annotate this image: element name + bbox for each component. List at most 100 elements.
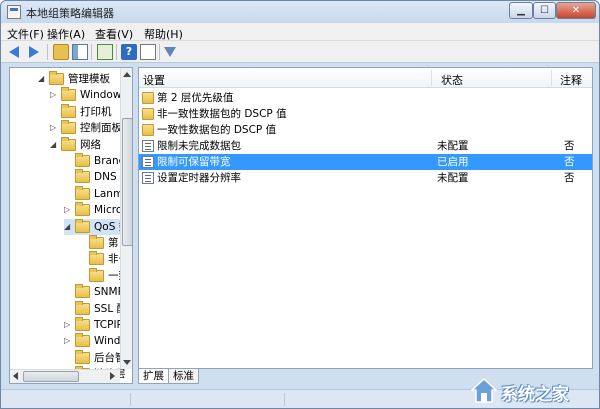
title-bar[interactable]: 本地组策略编辑器 ▁ ☐ ✕ xyxy=(1,1,599,23)
properties-icon[interactable] xyxy=(140,44,156,60)
window-title: 本地组策略编辑器 xyxy=(26,7,114,20)
tree-node[interactable]: 打印机 xyxy=(50,103,120,120)
maximize-button[interactable]: ☐ xyxy=(533,2,556,19)
tree-node[interactable]: ◢ QoS 数 xyxy=(64,218,129,235)
tree-expander-icon[interactable]: ◢ xyxy=(50,140,58,149)
tree-expander-icon[interactable]: ▷ xyxy=(64,337,72,345)
menu-view[interactable]: 查看(V) xyxy=(95,26,133,42)
tree-expander-icon[interactable] xyxy=(78,255,86,263)
scroll-thumb[interactable] xyxy=(122,118,132,246)
show-hide-tree-icon[interactable] xyxy=(72,44,88,60)
setting-name: 限制可保留带宽 xyxy=(157,156,231,168)
setting-name: 限制未完成数据包 xyxy=(157,140,241,152)
column-divider[interactable] xyxy=(551,70,552,86)
tree-expander-icon[interactable]: ◢ xyxy=(38,75,46,83)
close-button[interactable]: ✕ xyxy=(556,2,596,19)
tree-expander-icon[interactable]: ▷ xyxy=(50,124,58,132)
up-folder-icon[interactable] xyxy=(53,44,69,60)
help-icon[interactable]: ? xyxy=(121,44,137,60)
forward-arrow-icon[interactable] xyxy=(29,46,39,58)
tree-node[interactable]: Lanma xyxy=(64,185,130,202)
tree-node[interactable]: ▷ Windows xyxy=(50,87,127,103)
column-setting[interactable]: 设置 xyxy=(143,72,165,88)
scroll-thumb[interactable] xyxy=(23,371,79,382)
policy-setting-icon xyxy=(142,172,154,184)
tree-node[interactable]: ◢ 管理模板 xyxy=(38,71,120,87)
folder-icon xyxy=(75,153,90,167)
toolbar: ? xyxy=(1,41,599,63)
scroll-up-icon[interactable] xyxy=(123,72,131,77)
tree-node[interactable]: 一致 xyxy=(78,267,129,284)
back-arrow-icon[interactable] xyxy=(9,46,19,58)
toolbar-separator xyxy=(159,44,160,60)
tree-node[interactable]: ▷ Windo xyxy=(64,333,127,349)
folder-icon xyxy=(142,92,154,104)
list-item[interactable]: 限制未完成数据包 未配置 否 xyxy=(139,138,592,154)
folder-icon xyxy=(61,103,76,118)
tree-node-label: 打印机 xyxy=(80,105,112,118)
tree-expander-icon[interactable] xyxy=(50,108,58,116)
list-item[interactable]: 第 2 层优先级值 xyxy=(139,90,592,106)
tree-node[interactable]: DNS 客 xyxy=(64,169,130,185)
export-list-icon[interactable] xyxy=(97,44,113,60)
settings-list[interactable]: 设置 状态 注释 第 2 层优先级值非一致性数据包的 DSCP 值一致性数据包的… xyxy=(138,67,593,369)
tree-node[interactable]: ▷ Micros xyxy=(64,202,128,218)
tree-expander-icon[interactable]: ◢ xyxy=(64,222,72,231)
tree-expander-icon[interactable] xyxy=(64,190,72,198)
setting-note: 否 xyxy=(564,140,575,152)
menu-action[interactable]: 操作(A) xyxy=(47,26,85,42)
tree-expander-icon[interactable] xyxy=(64,173,72,181)
tree-node[interactable]: ◢ 网络 xyxy=(50,136,120,153)
setting-state: 未配置 xyxy=(437,172,469,184)
tree-node[interactable]: Branch xyxy=(64,153,131,169)
filter-icon[interactable] xyxy=(164,47,176,57)
toolbar-separator xyxy=(47,44,48,60)
tree-expander-icon[interactable] xyxy=(64,354,72,362)
folder-icon xyxy=(61,120,76,135)
toolbar-separator xyxy=(91,44,92,60)
folder-icon xyxy=(142,124,154,136)
folder-icon xyxy=(89,251,104,266)
tree-node[interactable]: SNMP xyxy=(64,284,124,300)
tab-standard[interactable]: 标准 xyxy=(168,369,199,384)
scroll-down-icon[interactable] xyxy=(123,360,131,365)
tree-node[interactable]: SSL 配 xyxy=(64,300,127,317)
tree-node[interactable]: ▷ 控制面板 xyxy=(50,120,122,136)
tree-node[interactable]: ▷ TCPIP xyxy=(64,317,123,333)
toolbar-separator xyxy=(116,44,117,60)
tree-expander-icon[interactable]: ▷ xyxy=(50,91,58,99)
tree-pane[interactable]: ◢ 管理模板 ▷ Windows 打印机 ▷ 控制面板 ◢ 网络 Branch DNS 客 Lanma… xyxy=(9,67,133,384)
setting-name: 一致性数据包的 DSCP 值 xyxy=(157,124,277,136)
column-note[interactable]: 注释 xyxy=(560,72,582,88)
tree-expander-icon[interactable] xyxy=(64,305,72,313)
tab-extended[interactable]: 扩展 xyxy=(138,369,169,384)
tree-node-label: 管理模板 xyxy=(68,73,110,85)
setting-name: 第 2 层优先级值 xyxy=(157,92,234,104)
column-divider[interactable] xyxy=(431,70,432,86)
setting-name: 设置定时器分辨率 xyxy=(157,172,241,184)
list-item[interactable]: 限制可保留带宽 已启用 否 xyxy=(139,154,592,170)
tree-expander-icon[interactable] xyxy=(64,288,72,296)
menu-help[interactable]: 帮助(H) xyxy=(144,26,183,42)
tree-expander-icon[interactable] xyxy=(78,272,86,280)
tree-expander-icon[interactable]: ▷ xyxy=(64,206,72,214)
tree-vertical-scrollbar[interactable] xyxy=(120,68,132,369)
tree-horizontal-scrollbar[interactable] xyxy=(10,369,120,383)
setting-name: 非一致性数据包的 DSCP 值 xyxy=(157,108,287,120)
tree-expander-icon[interactable] xyxy=(78,239,86,247)
menu-file[interactable]: 文件(F) xyxy=(7,26,44,42)
tree-node[interactable]: 第 xyxy=(78,235,120,251)
column-state[interactable]: 状态 xyxy=(441,72,463,88)
minimize-button[interactable]: ▁ xyxy=(509,2,533,19)
tree-expander-icon[interactable] xyxy=(64,157,72,165)
list-item[interactable]: 一致性数据包的 DSCP 值 xyxy=(139,122,592,138)
scroll-right-icon[interactable] xyxy=(110,372,115,380)
tree-node[interactable]: 非一 xyxy=(78,251,129,267)
list-item[interactable]: 设置定时器分辨率 未配置 否 xyxy=(139,170,592,186)
tree-node[interactable]: 后台智 xyxy=(64,349,126,366)
list-item[interactable]: 非一致性数据包的 DSCP 值 xyxy=(139,106,592,122)
watermark: 系统之家 xyxy=(471,376,595,406)
scroll-left-icon[interactable] xyxy=(13,372,18,380)
folder-icon xyxy=(75,317,90,331)
tree-expander-icon[interactable]: ▷ xyxy=(64,321,72,329)
